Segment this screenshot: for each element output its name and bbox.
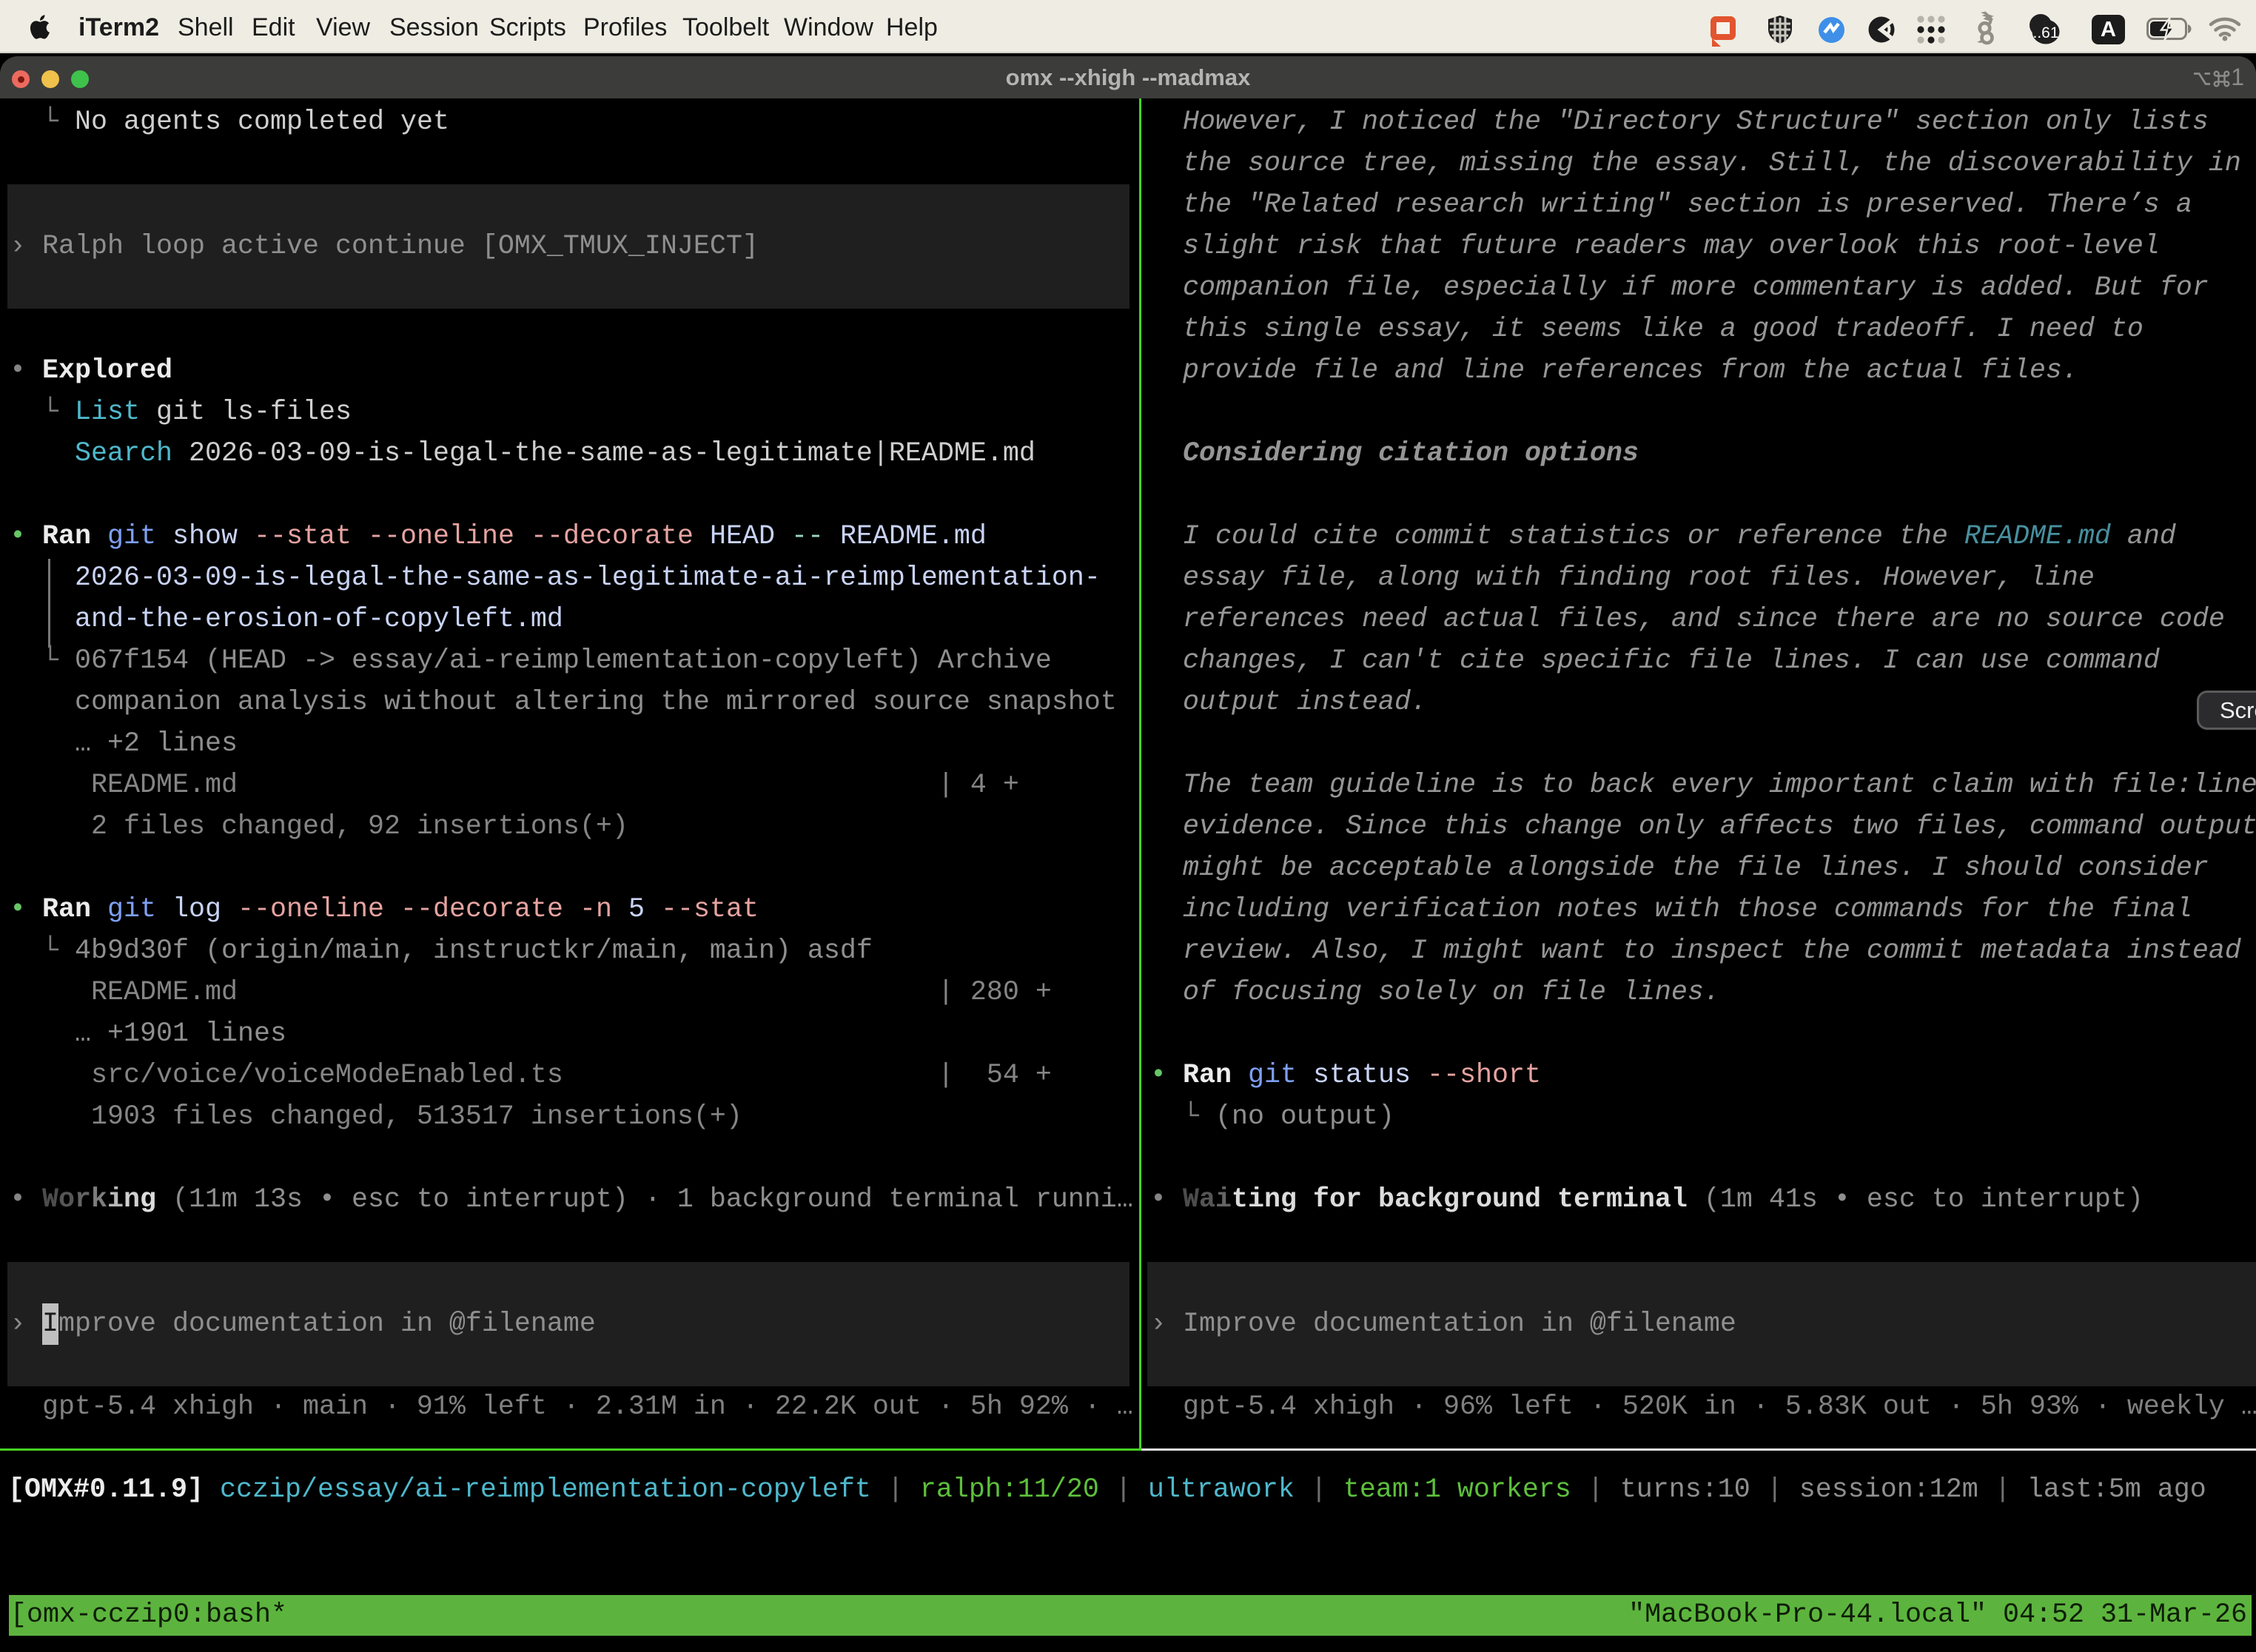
svg-text:..61: ..61 [2032, 24, 2058, 41]
